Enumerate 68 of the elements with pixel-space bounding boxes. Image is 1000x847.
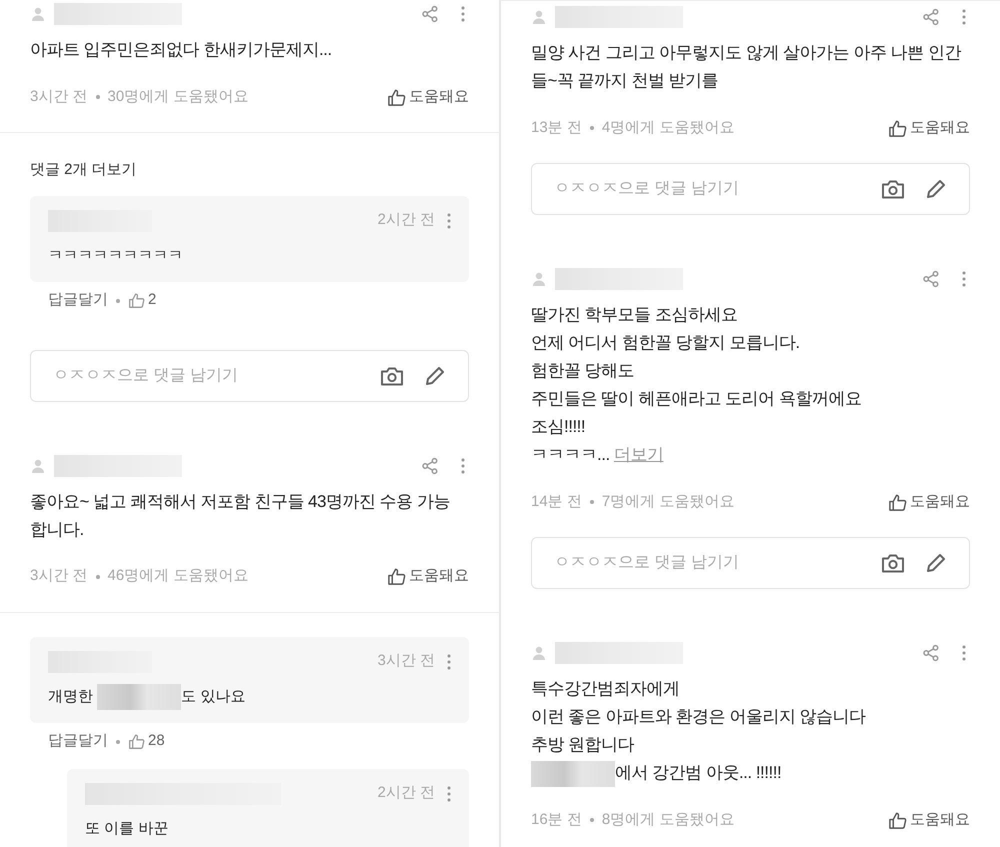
pencil-icon[interactable] — [925, 552, 947, 574]
helpful-button[interactable]: 도움돼요 — [387, 86, 469, 108]
comment-input[interactable]: ㅇㅈㅇㅈ으로 댓글 남기기 — [30, 350, 469, 402]
reply-time: 3시간 전 — [377, 651, 435, 672]
comment-input[interactable]: ㅇㅈㅇㅈ으로 댓글 남기기 — [531, 537, 970, 589]
more-comments-link[interactable]: 댓글 2개 더보기 — [30, 159, 469, 182]
person-icon — [30, 458, 46, 474]
more-icon[interactable] — [447, 786, 451, 802]
helpful-count: 4명에게 도움됐어요 — [602, 118, 734, 138]
share-icon[interactable] — [421, 5, 439, 23]
share-icon[interactable] — [421, 456, 439, 474]
post-text: 특수강간범죄자에게 이런 좋은 아파트와 환경은 어울리지 않습니다 추방 원합니다 에서 강간범 아웃... !!!!!! — [531, 675, 970, 787]
post-time: 3시간 전 — [30, 566, 88, 586]
thumbs-up-icon — [128, 292, 145, 309]
reply-time: 2시간 전 — [377, 210, 435, 230]
person-icon — [531, 9, 547, 25]
pencil-icon[interactable] — [925, 178, 947, 200]
thumbs-up-icon — [888, 492, 907, 512]
helpful-count: 7명에게 도움됐어요 — [602, 492, 734, 512]
post-text: 밀양 사건 그리고 아무렇지도 않게 살아가는 아주 나쁜 인간 들~꼭 끝까지 천벌 받기를 — [531, 42, 962, 92]
thumbs-up-icon — [387, 88, 406, 106]
more-icon[interactable] — [461, 458, 465, 474]
camera-icon[interactable] — [881, 178, 905, 200]
post-time: 14분 전 — [531, 492, 582, 512]
thumbs-up-icon — [387, 567, 406, 586]
reply-link[interactable]: 답글달기 — [48, 730, 108, 753]
thumbs-up-icon — [128, 733, 145, 750]
reply-text: 또 이를 바꾼 — [85, 818, 170, 838]
person-icon — [531, 271, 547, 287]
helpful-count: 46명에게 도움됐어요 — [108, 566, 248, 586]
pencil-icon[interactable] — [424, 364, 446, 386]
camera-icon[interactable] — [380, 364, 404, 386]
helpful-button[interactable]: 도움돼요 — [387, 565, 469, 588]
share-icon[interactable] — [922, 644, 940, 662]
comment-input[interactable]: ㅇㅈㅇㅈ으로 댓글 남기기 — [531, 163, 970, 215]
comment-text-input[interactable]: ㅇㅈㅇㅈ으로 댓글 남기기 — [554, 551, 881, 575]
thumbs-up-icon — [888, 810, 907, 830]
more-icon[interactable] — [461, 6, 465, 22]
post-text: 좋아요~ 넓고 쾌적해서 저포함 친구들 43명까진 수용 가능 합니다. — [30, 490, 451, 540]
more-icon[interactable] — [962, 645, 966, 661]
post-text: 아파트 입주민은죄없다 한새키가문제지... — [30, 39, 333, 61]
helpful-button[interactable]: 도움돼요 — [888, 490, 970, 514]
share-icon[interactable] — [922, 8, 940, 26]
comment-text-input[interactable]: ㅇㅈㅇㅈ으로 댓글 남기기 — [554, 177, 881, 201]
more-icon[interactable] — [447, 212, 451, 228]
helpful-button[interactable]: 도움돼요 — [888, 116, 970, 140]
thumbs-up-icon — [888, 118, 907, 138]
camera-icon[interactable] — [881, 552, 905, 574]
like-count: 28 — [148, 731, 165, 752]
reply-time: 2시간 전 — [377, 783, 435, 804]
helpful-button[interactable]: 도움돼요 — [888, 808, 970, 832]
person-icon — [30, 6, 46, 22]
reply-text: ㅋㅋㅋㅋㅋㅋㅋㅋㅋ — [48, 246, 184, 266]
helpful-count: 8명에게 도움됐어요 — [602, 810, 734, 830]
person-icon — [531, 645, 547, 661]
post-time: 16분 전 — [531, 810, 582, 830]
more-icon[interactable] — [962, 9, 966, 25]
reply-text: 개명한 도 있나요 — [48, 682, 451, 710]
post-time: 3시간 전 — [30, 86, 88, 107]
more-icon[interactable] — [447, 654, 451, 670]
more-icon[interactable] — [962, 271, 966, 287]
comment-text-input[interactable]: ㅇㅈㅇㅈ으로 댓글 남기기 — [53, 364, 380, 388]
reply-link[interactable]: 답글달기 — [48, 289, 108, 312]
post-text: 딸가진 학부모들 조심하세요 언제 어디서 험한꼴 당할지 모릅니다. 험한꼴 당해도 주민들은 딸이 헤픈애라고 도리어 욕할꺼에요 조심!!!!! ㅋㅋㅋㅋ... 더보기 — [531, 304, 862, 466]
post-time: 13분 전 — [531, 118, 582, 138]
share-icon[interactable] — [922, 270, 940, 288]
like-count: 2 — [148, 290, 156, 310]
helpful-count: 30명에게 도움됐어요 — [108, 86, 248, 107]
